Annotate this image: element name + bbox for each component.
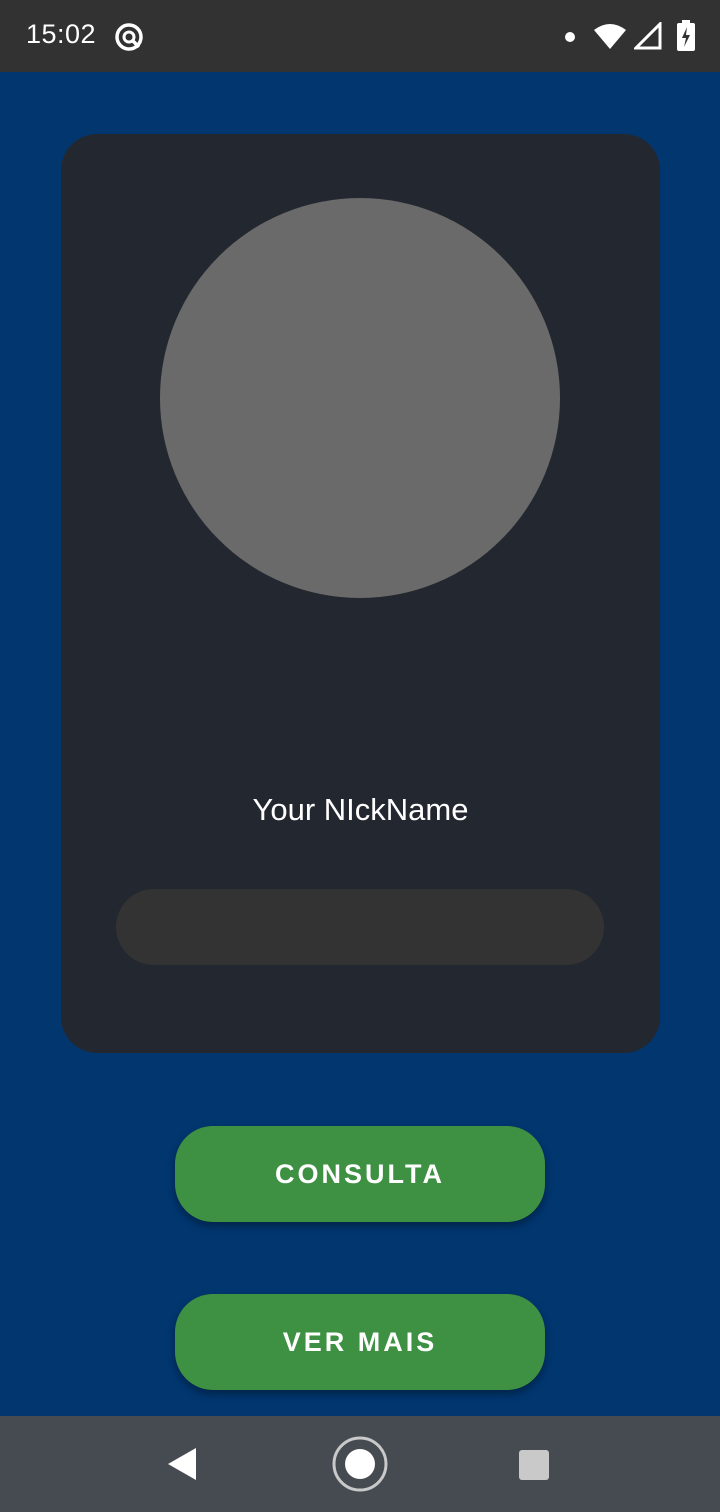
signal-icon bbox=[634, 22, 662, 50]
app-content: Your NIckName CONSULTA VER MAIS bbox=[0, 72, 720, 1416]
battery-charging-icon bbox=[677, 20, 695, 51]
recents-icon[interactable] bbox=[519, 1450, 549, 1480]
back-icon[interactable] bbox=[166, 1446, 198, 1482]
ver-mais-button[interactable]: VER MAIS bbox=[175, 1294, 545, 1390]
nickname-label: Your NIckName bbox=[252, 792, 469, 827]
status-time: 15:02 bbox=[26, 19, 97, 49]
app-notification-icon bbox=[115, 23, 143, 51]
consulta-button[interactable]: CONSULTA bbox=[175, 1126, 545, 1222]
nickname-field[interactable] bbox=[116, 889, 604, 965]
status-bar: 15:02 bbox=[0, 0, 720, 72]
wifi-icon bbox=[594, 24, 626, 49]
avatar[interactable] bbox=[160, 198, 560, 598]
navigation-bar bbox=[0, 1416, 720, 1512]
home-icon[interactable] bbox=[331, 1435, 389, 1493]
notification-dot bbox=[565, 32, 575, 42]
profile-card: Your NIckName bbox=[61, 134, 660, 1053]
